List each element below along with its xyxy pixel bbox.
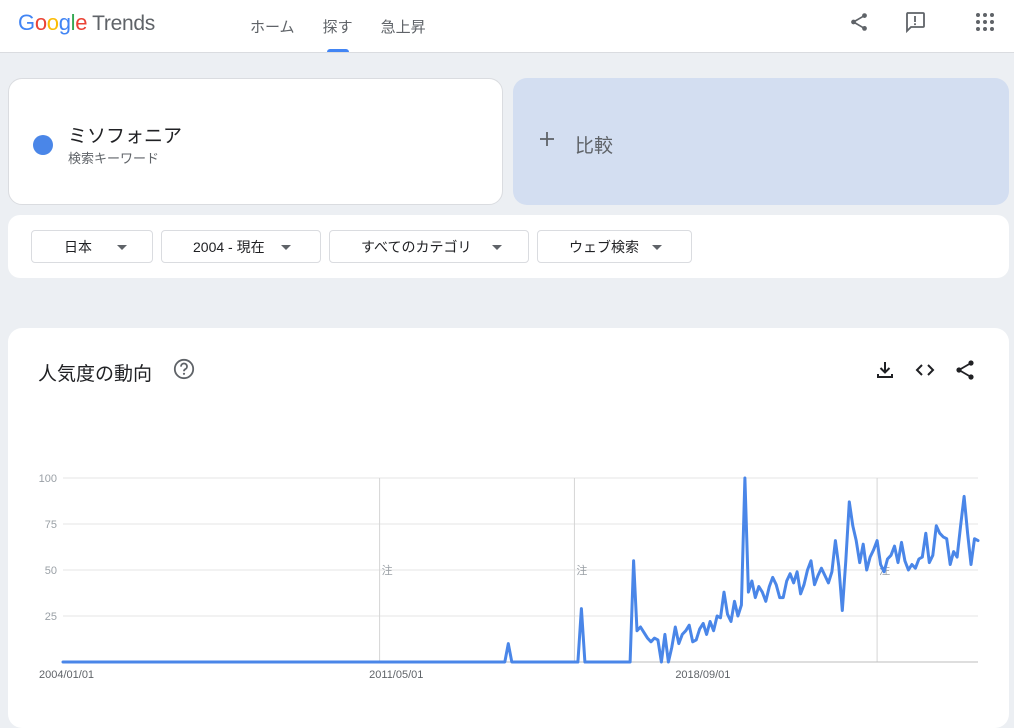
x-tick-label: 2018/09/01 (675, 669, 730, 681)
region-filter[interactable]: 日本 (31, 230, 153, 263)
top-bar: Google Trends ホーム 探す 急上昇 (0, 0, 1014, 53)
annotation-marker: 注 (382, 563, 393, 577)
filter-bar: 日本 2004 - 現在 すべてのカテゴリ ウェブ検索 (8, 215, 1009, 278)
chevron-down-icon (652, 245, 662, 250)
logo-letter: e (75, 10, 88, 35)
apps-icon[interactable] (972, 9, 998, 35)
nav-home[interactable]: ホーム (236, 0, 309, 52)
search-type-filter[interactable]: ウェブ検索 (537, 230, 692, 263)
logo-letter: o (34, 10, 47, 35)
plus-icon (539, 128, 555, 152)
share-icon[interactable] (846, 9, 872, 35)
nav-trending[interactable]: 急上昇 (367, 0, 440, 52)
search-term-card[interactable]: ミソフォニア 検索キーワード (8, 78, 503, 205)
search-term-type: 検索キーワード (68, 151, 160, 166)
logo-letter: o (46, 10, 59, 35)
chevron-down-icon (492, 245, 502, 250)
category-filter[interactable]: すべてのカテゴリ (329, 230, 529, 263)
period-filter-value: 2004 - 現在 (193, 238, 265, 255)
y-tick-label: 75 (45, 519, 57, 531)
x-tick-label: 2004/01/01 (39, 669, 94, 681)
chevron-down-icon (117, 245, 127, 250)
x-tick-label: 2011/05/01 (369, 669, 423, 681)
y-tick-label: 25 (45, 611, 57, 623)
search-term-name: ミソフォニア (68, 126, 183, 147)
chevron-down-icon (281, 245, 291, 250)
trends-wordmark: Trends (92, 12, 155, 35)
y-tick-label: 50 (45, 565, 57, 577)
feedback-icon[interactable] (902, 9, 928, 35)
logo-letter: G (18, 10, 35, 35)
region-filter-value: 日本 (64, 238, 92, 255)
compare-button[interactable]: 比較 (513, 78, 1009, 205)
google-wordmark: Google (18, 10, 87, 36)
category-filter-value: すべてのカテゴリ (361, 238, 472, 255)
google-trends-logo[interactable]: Google Trends (18, 10, 155, 36)
y-tick-label: 100 (39, 473, 57, 485)
annotation-marker: 注 (576, 563, 587, 577)
nav-explore[interactable]: 探す (309, 0, 367, 52)
compare-label: 比較 (575, 136, 614, 157)
term-color-dot (33, 135, 53, 155)
search-type-filter-value: ウェブ検索 (569, 238, 639, 255)
trend-line-chart[interactable]: 255075100注注注2004/01/01 2011/05/01 2018/09/… (8, 328, 1009, 712)
main-nav: ホーム 探す 急上昇 (236, 0, 440, 52)
period-filter[interactable]: 2004 - 現在 (161, 230, 321, 263)
interest-over-time-card: 人気度の動向 25 50 75 100 注注注 2004/01/01 2011/05/01 2… (8, 328, 1009, 728)
logo-letter: g (58, 10, 71, 35)
